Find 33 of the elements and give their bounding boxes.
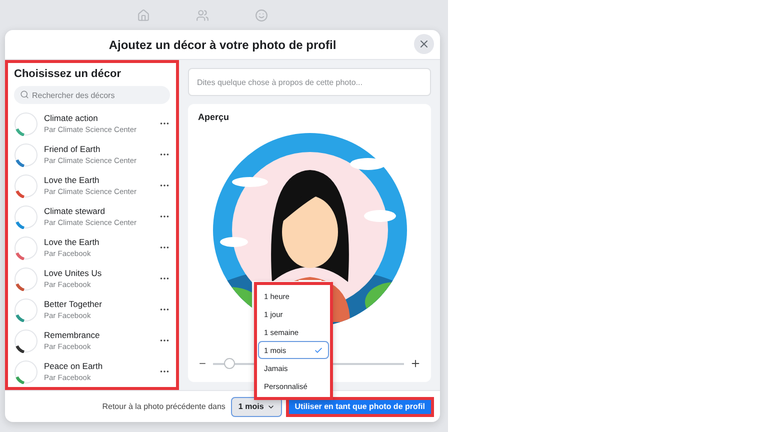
dialog-title: Ajoutez un décor à votre photo de profil	[108, 38, 336, 52]
frame-thumbnail[interactable]	[14, 298, 38, 322]
search-icon	[20, 90, 29, 99]
frame-name[interactable]: Better Together	[44, 299, 153, 309]
globe-edge-drawing	[330, 281, 392, 325]
footer-label: Retour à la photo précédente dans	[102, 402, 226, 411]
frame-name[interactable]: Peace on Earth	[44, 361, 153, 371]
frame-name[interactable]: Love Unites Us	[44, 268, 153, 278]
preview-title: Aperçu	[198, 112, 230, 122]
frame-name[interactable]: Love the Earth	[44, 237, 153, 247]
frame-thumbnail[interactable]	[14, 266, 38, 290]
frame-thumbnail[interactable]	[14, 204, 38, 228]
search-field[interactable]: Rechercher des décors	[14, 86, 170, 104]
zoom-in-icon[interactable]	[410, 358, 421, 369]
frame-name[interactable]: Friend of Earth	[44, 144, 153, 154]
close-button[interactable]	[414, 34, 434, 54]
check-icon	[314, 346, 323, 354]
panel-title: Choisissez un décor	[14, 68, 122, 80]
close-icon	[418, 38, 430, 50]
frame-thumbnail[interactable]	[14, 142, 38, 166]
frame-name[interactable]: Climate action	[44, 113, 153, 123]
frame-name[interactable]: Climate steward	[44, 206, 153, 216]
globe-edge-drawing	[226, 281, 252, 308]
use-as-profile-photo-button[interactable]: Utiliser en tant que photo de profil	[286, 396, 434, 416]
frame-name[interactable]: Love the Earth	[44, 175, 153, 185]
frame-thumbnail[interactable]	[14, 360, 38, 384]
frame-thumbnail[interactable]	[14, 112, 38, 136]
frame-name[interactable]: Remembrance	[44, 330, 153, 340]
caption-field[interactable]: Dites quelque chose à propos de cette photo...	[188, 68, 431, 96]
slider-thumb[interactable]	[224, 358, 235, 369]
frame-thumbnail[interactable]	[14, 174, 38, 198]
frame-thumbnail[interactable]	[14, 328, 38, 352]
frame-thumbnail[interactable]	[14, 236, 38, 260]
